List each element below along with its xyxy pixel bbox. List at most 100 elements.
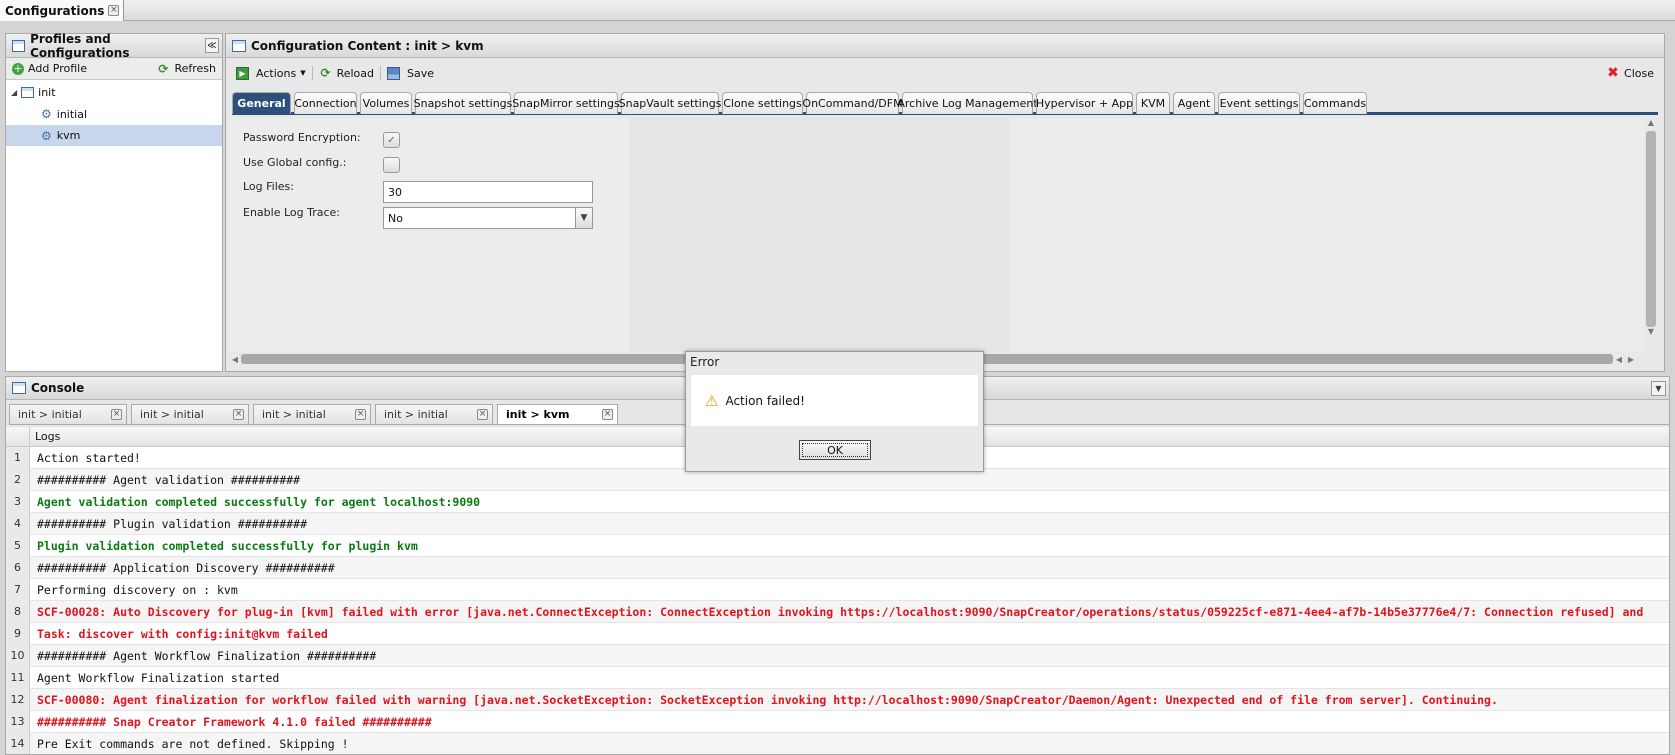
- toolbar-separator: [311, 66, 313, 80]
- log-row: 9 Task: discover with config:init@kvm fai…: [6, 622, 1669, 645]
- tab-agent[interactable]: Agent: [1173, 92, 1215, 114]
- use-global-label: Use Global config.:: [243, 156, 347, 169]
- toolbar-separator: [380, 66, 382, 80]
- vertical-scrollbar[interactable]: ▲ ▼: [1644, 118, 1658, 352]
- console-tab[interactable]: init > initial ×: [375, 404, 493, 424]
- console-tab-label: init > initial: [140, 408, 204, 421]
- close-icon[interactable]: ×: [602, 409, 613, 420]
- tab-snapvault-settings[interactable]: SnapVault settings: [618, 92, 722, 114]
- log-row-text: ########## Plugin validation ##########: [37, 516, 308, 531]
- tab-clone-settings-label: Clone settings: [723, 97, 802, 110]
- save-icon: [387, 66, 401, 80]
- tab-connection[interactable]: Connection: [294, 92, 357, 114]
- log-row-text: Task: discover with config:init@kvm fail…: [37, 626, 328, 641]
- logs-header-label: Logs: [35, 430, 61, 443]
- tab-configurations[interactable]: Configurations ×: [0, 0, 125, 21]
- ok-button[interactable]: OK: [799, 440, 871, 460]
- dropdown-arrow-icon[interactable]: ▼: [575, 208, 592, 228]
- log-row-number: 9: [6, 622, 30, 645]
- log-row: 3 Agent validation completed successfully…: [6, 490, 1669, 513]
- ok-button-label: OK: [827, 443, 843, 457]
- close-icon[interactable]: ×: [108, 5, 120, 16]
- expanded-triangle-icon[interactable]: ◢: [11, 88, 17, 97]
- tab-general-label: General: [237, 97, 286, 110]
- add-profile-button[interactable]: + Add Profile: [12, 62, 87, 75]
- tree-node-kvm-label: kvm: [56, 129, 81, 142]
- log-row-number: 1: [6, 446, 30, 469]
- log-row-text: Agent validation completed successfully …: [37, 494, 481, 509]
- refresh-label: Refresh: [174, 62, 216, 75]
- content-toolbar: ▶ Actions ▼ ⟳ Reload Save ✖ Close: [226, 58, 1664, 88]
- add-profile-label: Add Profile: [28, 62, 87, 75]
- console-tab[interactable]: init > initial ×: [253, 404, 371, 424]
- tab-general[interactable]: General: [232, 92, 291, 114]
- vertical-scroll-thumb[interactable]: [1646, 131, 1656, 327]
- tree-node-initial[interactable]: ⚙ initial: [6, 104, 222, 124]
- profiles-panel-title: Profiles and Configurations: [30, 31, 130, 60]
- refresh-button[interactable]: ⟳ Refresh: [156, 62, 216, 76]
- log-row-text: SCF-00080: Agent finalization for workfl…: [37, 692, 1498, 707]
- log-row-text: Plugin validation completed successfully…: [37, 538, 418, 553]
- tab-snapvault-settings-label: SnapVault settings: [618, 97, 722, 110]
- scroll-left-icon[interactable]: ◀: [229, 355, 241, 364]
- save-label: Save: [407, 66, 435, 80]
- window-icon: [232, 39, 246, 52]
- scroll-right-icon[interactable]: ◀: [1613, 355, 1625, 364]
- save-button[interactable]: Save: [387, 66, 435, 80]
- close-icon[interactable]: ×: [477, 409, 488, 420]
- log-row-number: 8: [6, 600, 30, 623]
- profiles-toolbar: + Add Profile ⟳ Refresh: [6, 58, 222, 80]
- password-encryption-checkbox[interactable]: ✓: [383, 132, 400, 148]
- tree-node-init[interactable]: ◢ init: [6, 83, 56, 101]
- close-icon[interactable]: ×: [111, 409, 122, 420]
- log-row-text: ########## Application Discovery #######…: [37, 560, 335, 575]
- log-row-text: Performing discovery on : kvm: [37, 582, 238, 597]
- close-button[interactable]: ✖ Close: [1606, 65, 1654, 81]
- tree-node-kvm[interactable]: ⚙ kvm: [6, 125, 222, 146]
- log-row-text: Pre Exit commands are not defined. Skipp…: [37, 736, 349, 751]
- log-row: 6 ########## Application Discovery ######…: [6, 556, 1669, 579]
- error-dialog-header[interactable]: Error: [686, 352, 983, 372]
- error-dialog-message: Action failed!: [725, 393, 805, 408]
- password-encryption-label: Password Encryption:: [243, 131, 361, 144]
- console-tab[interactable]: init > initial ×: [9, 404, 127, 424]
- reload-button[interactable]: ⟳ Reload: [319, 66, 374, 80]
- tab-archive-log-management[interactable]: Archive Log Management: [897, 92, 1038, 114]
- console-tab-label: init > kvm: [506, 408, 570, 421]
- tab-volumes[interactable]: Volumes: [360, 92, 412, 114]
- scroll-up-icon[interactable]: ▲: [1644, 118, 1658, 129]
- close-icon[interactable]: ×: [355, 409, 366, 420]
- collapse-icon[interactable]: ▼: [1651, 380, 1666, 396]
- reload-label: Reload: [336, 66, 375, 80]
- tab-event-settings[interactable]: Event settings: [1218, 92, 1300, 114]
- config-tab-strip: General Connection Volumes Snapshot sett…: [232, 92, 1658, 115]
- close-label: Close: [1624, 66, 1654, 80]
- scroll-right-icon[interactable]: ▶: [1625, 355, 1637, 364]
- tab-oncommand-dfm[interactable]: OnCommand/DFM: [802, 92, 903, 114]
- log-row: 13 ########## Snap Creator Framework 4.1.…: [6, 710, 1669, 733]
- log-row-number: 12: [6, 688, 30, 711]
- tab-clone-settings[interactable]: Clone settings: [722, 92, 803, 114]
- actions-button[interactable]: ▶ Actions ▼: [236, 66, 306, 80]
- content-panel-title: Configuration Content : init > kvm: [251, 38, 484, 53]
- log-row: 10 ########## Agent Workflow Finalization…: [6, 644, 1669, 667]
- window-icon: [12, 39, 26, 52]
- collapse-icon[interactable]: ≪: [205, 38, 219, 53]
- log-trace-select[interactable]: No ▼: [383, 207, 593, 229]
- tab-commands[interactable]: Commands: [1303, 92, 1367, 114]
- scroll-down-icon[interactable]: ▼: [1644, 327, 1658, 338]
- log-files-input[interactable]: 30: [383, 181, 593, 203]
- log-row-number: 14: [6, 732, 30, 754]
- log-row-number: 10: [6, 644, 30, 667]
- console-tab[interactable]: init > initial ×: [131, 404, 249, 424]
- tab-hypervisor-app[interactable]: Hypervisor + App: [1036, 92, 1133, 114]
- tab-kvm[interactable]: KVM: [1136, 92, 1170, 114]
- console-tab-active[interactable]: init > kvm ×: [497, 404, 618, 424]
- tab-snapmirror-settings[interactable]: SnapMirror settings: [512, 92, 620, 114]
- tab-snapshot-settings-label: Snapshot settings: [413, 97, 513, 110]
- use-global-checkbox[interactable]: [383, 157, 400, 173]
- close-icon[interactable]: ×: [233, 409, 244, 420]
- tab-snapshot-settings[interactable]: Snapshot settings: [413, 92, 513, 114]
- log-row-number: 11: [6, 666, 30, 689]
- tab-configurations-label: Configurations: [5, 3, 105, 18]
